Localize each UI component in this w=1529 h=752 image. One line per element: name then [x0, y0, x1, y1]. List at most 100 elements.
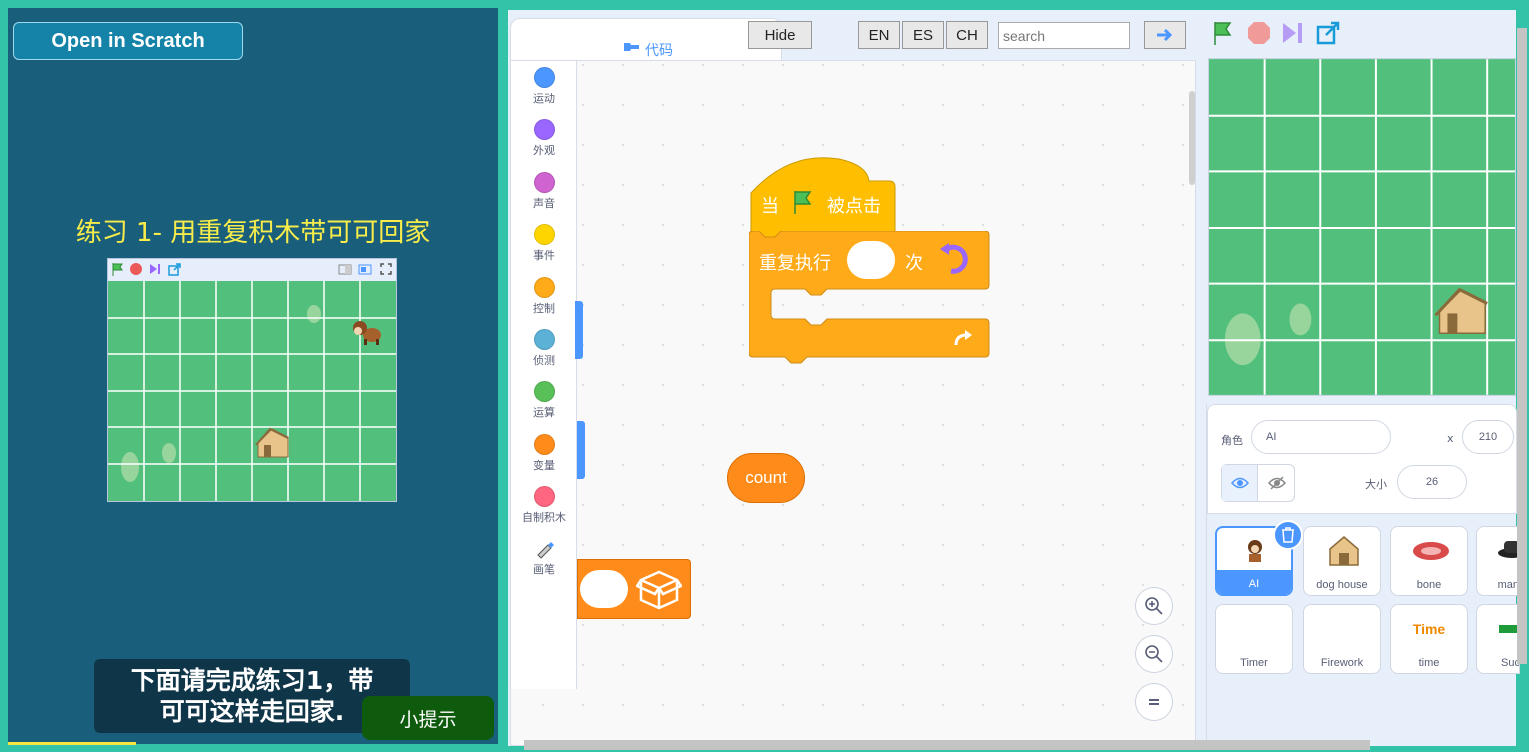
- lesson-panel: Open in Scratch 练习 1- 用重复积木带可可回家 下面请完成练习…: [8, 8, 498, 745]
- sprite-name: bone: [1416, 579, 1442, 591]
- category-label: 自制积木: [522, 511, 566, 524]
- list-input[interactable]: [580, 570, 628, 608]
- lesson-title: 练习 1- 用重复积木带可可回家: [75, 218, 431, 248]
- tab-code[interactable]: 代码: [510, 18, 782, 60]
- size-field[interactable]: 26: [1397, 465, 1467, 499]
- x-field[interactable]: 210: [1462, 420, 1514, 454]
- open-in-scratch-button[interactable]: Open in Scratch: [13, 22, 243, 60]
- hint-line-1: 下面请完成练习1，带: [130, 666, 374, 695]
- category-label: 声音: [533, 197, 555, 210]
- search-go-button[interactable]: [1144, 21, 1186, 49]
- box-icon: [636, 570, 682, 610]
- category-5[interactable]: 侦测: [511, 329, 577, 368]
- stop-icon[interactable]: [129, 262, 143, 276]
- tip-button[interactable]: 小提示: [362, 696, 494, 740]
- step-icon[interactable]: [148, 262, 162, 276]
- code-blocks-icon: [624, 43, 639, 51]
- large-stage-icon[interactable]: [358, 262, 372, 276]
- repeat-label: 重复执行: [759, 253, 831, 274]
- trash-icon: [1282, 527, 1294, 543]
- category-4[interactable]: 控制: [511, 277, 577, 316]
- category-label: 事件: [533, 249, 555, 262]
- step-icon[interactable]: [1280, 20, 1306, 46]
- lang-ch-button[interactable]: CH: [946, 21, 988, 49]
- lang-en-button[interactable]: EN: [858, 21, 900, 49]
- motion-block-edge[interactable]: [577, 421, 585, 479]
- dog-house-icon: [1329, 536, 1359, 566]
- x-label: x: [1447, 432, 1454, 445]
- category-label: 外观: [533, 144, 555, 157]
- green-flag-icon[interactable]: [111, 262, 125, 276]
- stop-icon[interactable]: [1246, 20, 1272, 46]
- loop-end-arrow-icon: [954, 330, 972, 346]
- category-color-icon: [533, 224, 555, 245]
- zoom-reset-button[interactable]: [1135, 683, 1173, 721]
- search-input[interactable]: [998, 22, 1130, 49]
- sprite-tile-man[interactable]: man: [1476, 526, 1520, 596]
- fullscreen-icon[interactable]: [379, 262, 393, 276]
- category-9[interactable]: 画笔: [511, 538, 577, 577]
- stage[interactable]: [1208, 58, 1516, 396]
- category-8[interactable]: 自制积木: [511, 486, 577, 525]
- category-label: 画笔: [533, 563, 555, 576]
- small-stage-icon[interactable]: [338, 262, 352, 276]
- sprite-tile-bone[interactable]: bone: [1390, 526, 1468, 596]
- sprite-name: Suc: [1501, 657, 1519, 669]
- repeat-count-input[interactable]: [847, 241, 895, 279]
- eye-icon: [1230, 477, 1249, 489]
- green-flag-icon[interactable]: [1210, 20, 1236, 46]
- lang-es-button[interactable]: ES: [902, 21, 944, 49]
- repeat-block[interactable]: 重复执行 次: [748, 230, 991, 374]
- eye-off-icon: [1268, 476, 1286, 490]
- category-2[interactable]: 声音: [511, 172, 577, 211]
- category-1[interactable]: 外观: [511, 119, 577, 158]
- share-icon[interactable]: [168, 262, 182, 276]
- show-sprite-button[interactable]: [1222, 465, 1258, 501]
- zoom-in-button[interactable]: [1135, 587, 1173, 625]
- meat-icon: [1413, 542, 1449, 560]
- motion-block-edge[interactable]: [575, 301, 583, 359]
- zoom-out-button[interactable]: [1135, 635, 1173, 673]
- sprite-tile-firework[interactable]: Firework: [1303, 604, 1381, 674]
- sprite-tile-dog-house[interactable]: dog house: [1303, 526, 1381, 596]
- hide-button[interactable]: Hide: [748, 21, 812, 49]
- count-variable-reporter[interactable]: count: [727, 453, 805, 503]
- category-0[interactable]: 运动: [511, 67, 577, 106]
- sprite-name: time: [1418, 657, 1440, 669]
- category-color-icon: [533, 67, 555, 88]
- hat-when-label: 当: [761, 196, 779, 217]
- page-scrollbar-horizontal[interactable]: [524, 740, 1370, 750]
- list-block[interactable]: [577, 559, 691, 619]
- time-preview-text: Time: [1412, 621, 1446, 637]
- sprite-tile-suc[interactable]: Suc: [1476, 604, 1520, 674]
- page-scrollbar-vertical[interactable]: [1517, 28, 1527, 664]
- workspace-scrollbar[interactable]: [1189, 91, 1195, 185]
- category-color-icon: [533, 119, 555, 140]
- code-workspace[interactable]: 运动 外观 声音 事件 控制 侦测 运算 变量 自制积木 画笔 当 被点击 重复执行 次 coun…: [510, 60, 1196, 746]
- hide-sprite-button[interactable]: [1259, 465, 1295, 501]
- delete-sprite-button[interactable]: [1273, 520, 1303, 550]
- sprite-name: Firework: [1320, 657, 1364, 669]
- sprite-name: dog house: [1316, 579, 1368, 591]
- category-color-icon: [533, 381, 555, 402]
- project-preview: [107, 258, 397, 502]
- sprite-name: AI: [1248, 578, 1260, 590]
- category-3[interactable]: 事件: [511, 224, 577, 263]
- category-6[interactable]: 运算: [511, 381, 577, 420]
- category-color-icon: [533, 329, 555, 350]
- category-label: 控制: [533, 302, 555, 315]
- category-7[interactable]: 变量: [511, 434, 577, 473]
- progress-indicator: [8, 742, 136, 745]
- zoom-out-icon: [1145, 645, 1163, 663]
- sprite-tile-timer[interactable]: Timer: [1215, 604, 1293, 674]
- sprite-name: Timer: [1240, 657, 1268, 669]
- preview-toolbar: [108, 259, 396, 281]
- preview-stage: [108, 281, 396, 501]
- sprite-name-field[interactable]: AI: [1251, 420, 1391, 454]
- share-icon[interactable]: [1316, 20, 1342, 46]
- category-label: 侦测: [533, 354, 555, 367]
- repeat-loop-icon: [940, 243, 968, 274]
- sprite-tile-ai[interactable]: AI: [1215, 520, 1303, 596]
- block-palette: 运动外观声音事件控制侦测运算变量自制积木画笔: [511, 61, 577, 689]
- sprite-tile-time[interactable]: Time time: [1390, 604, 1468, 674]
